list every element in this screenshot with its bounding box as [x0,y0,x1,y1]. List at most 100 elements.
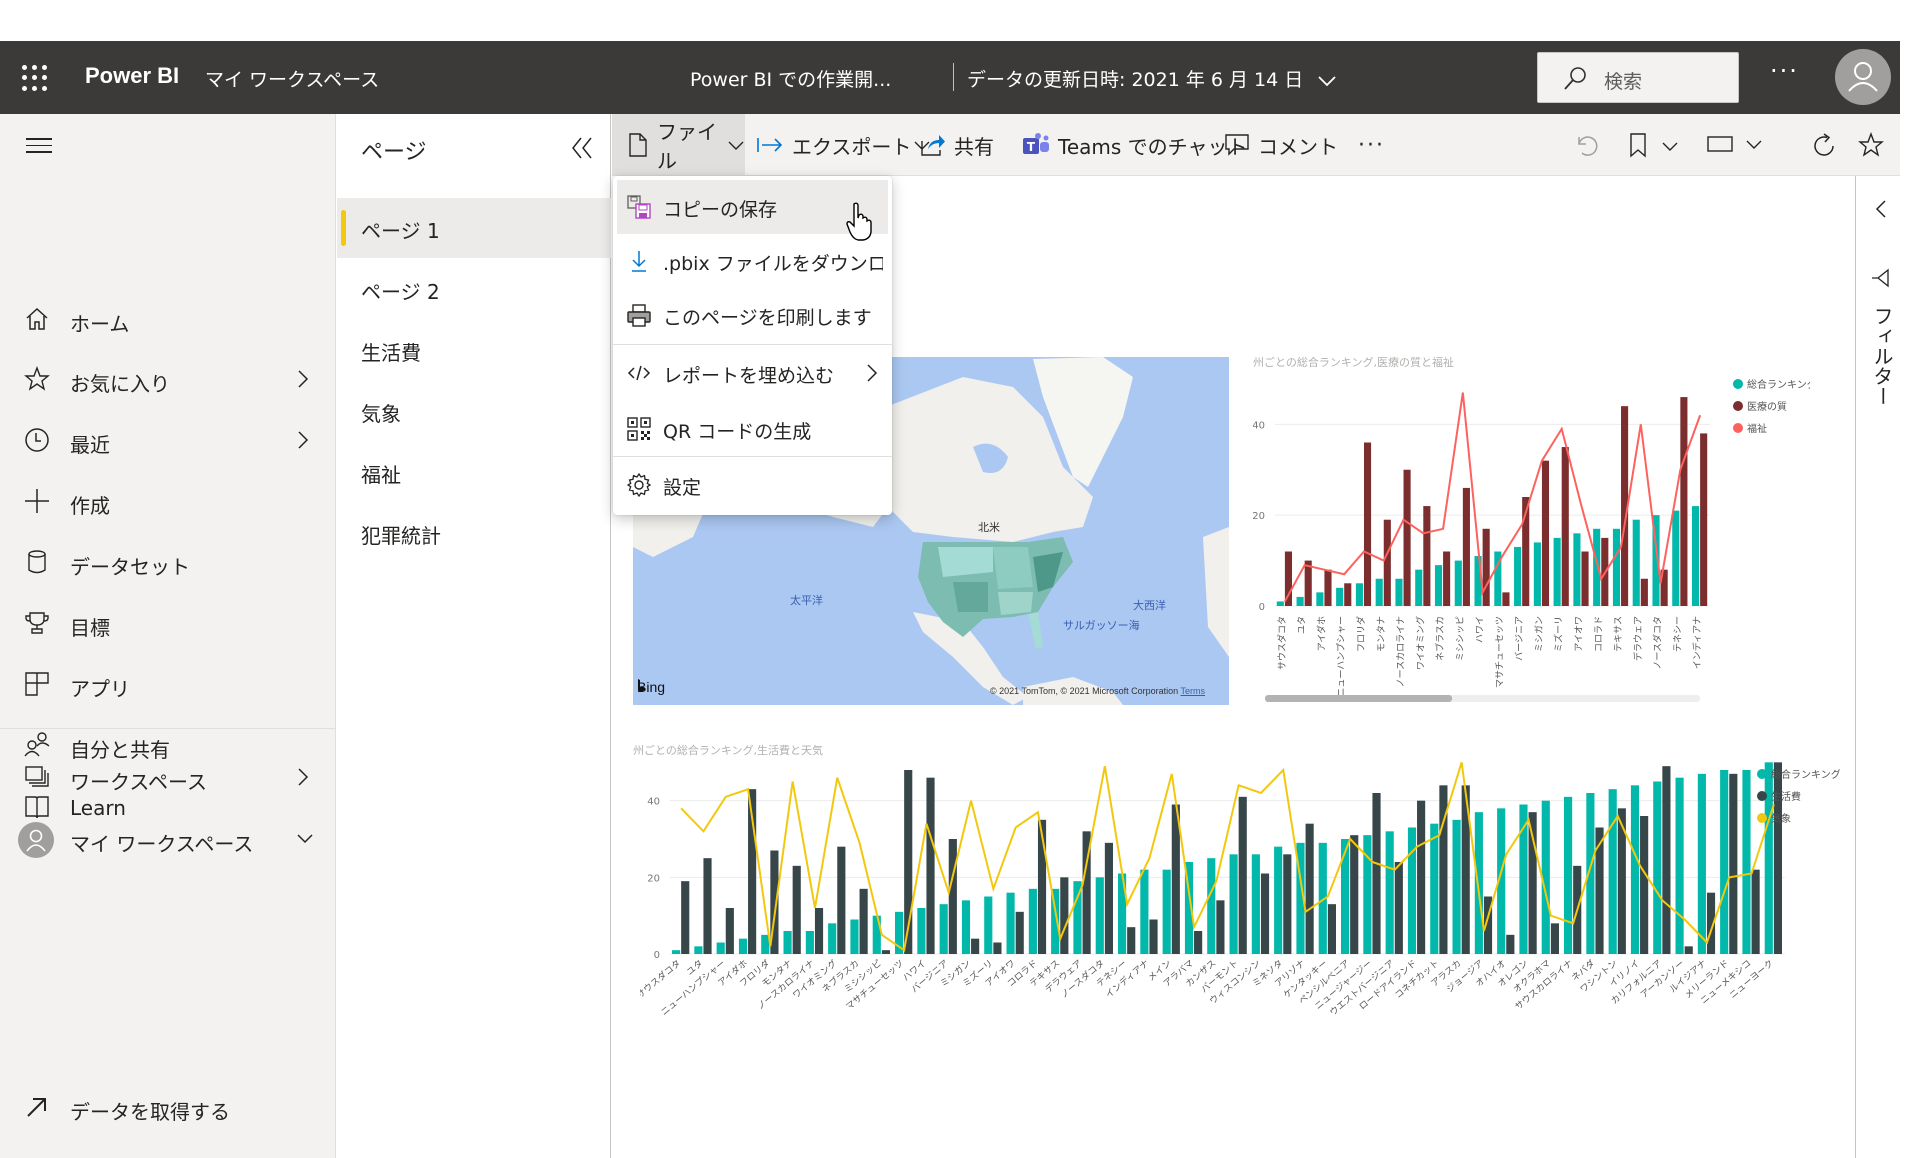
nav-item-get-data[interactable]: データを取得する [0,1080,336,1136]
collapse-pane-icon[interactable] [565,132,597,164]
bar-0 [1675,777,1684,954]
nav-item-apps[interactable]: アプリ [0,657,336,713]
search-input[interactable]: 検索 [1537,52,1739,103]
report-title[interactable]: Power BI での作業開... [690,65,891,92]
x-tick-label: ノースダコタ [1652,616,1664,670]
nav-item-datasets[interactable]: データセット [0,535,336,591]
chevron-down-icon [297,834,313,844]
toolbar-more-button[interactable]: ··· [1358,114,1385,176]
view-rectangle-icon [1707,136,1733,152]
bar-0 [738,938,748,954]
page-tab[interactable]: 気象 [337,381,611,441]
bar-0 [1742,770,1751,954]
x-tick-label: モンタナ [1376,616,1387,652]
bar-1 [1729,773,1738,954]
page-tab[interactable]: 福祉 [337,442,611,502]
nav-item-home[interactable]: ホーム [0,292,336,348]
bar-1 [1372,793,1381,954]
hand-cursor-icon [846,202,872,241]
report-toolbar: ファイル エクスポート 共有 T Teams でのチャット コメント ··· [612,114,1900,176]
map-label-north-america: 北米 [978,521,1000,534]
page-tab[interactable]: 犯罪統計 [337,503,611,563]
bar-0 [1474,812,1483,954]
bar-1 [1305,823,1314,954]
person-icon [26,829,46,852]
bar-1 [948,839,957,954]
page-tab[interactable]: ページ 1 [337,198,611,258]
terms-link[interactable]: Terms [1181,686,1206,696]
undo-icon[interactable] [1574,133,1600,159]
bar-1 [1684,946,1693,954]
more-options-button[interactable]: ··· [1770,57,1799,85]
workspace-breadcrumb[interactable]: マイ ワークスペース [205,65,379,92]
bookmark-dropdown[interactable] [1628,132,1679,162]
bar-0 [872,915,881,954]
page-tab-label: 気象 [361,402,401,426]
apps-icon [25,672,49,696]
comment-icon [1225,134,1249,156]
x-tick-label: アイダホ [1315,616,1327,651]
nav-item-label: データセット [70,555,190,579]
filters-label[interactable]: フィルター [1868,306,1897,406]
bar-0 [1207,858,1216,954]
bar-1 [1327,904,1336,954]
menu-item-embed-report[interactable]: レポートを埋め込む [613,346,892,400]
user-avatar[interactable] [1835,49,1891,105]
x-tick-label: ミシガン [1534,616,1545,652]
x-tick-label: ネブラスカ [1434,616,1446,661]
bar-0 [850,919,859,954]
chevron-left-icon[interactable] [1873,198,1889,220]
menu-item-print[interactable]: このページを印刷します [613,288,892,342]
download-icon [632,251,646,272]
refresh-icon[interactable] [1810,132,1838,160]
nav-item-my-workspace[interactable]: マイ ワークスペース [0,812,336,868]
person-icon [1848,62,1878,92]
bar-0 [1720,770,1729,954]
scrollbar-thumb[interactable] [1265,695,1453,702]
bar-1 [1127,927,1136,954]
y-tick-label: 20 [1252,511,1265,522]
app-name[interactable]: Power BI [85,63,179,89]
copyright-text: © 2021 TomTom, © 2021 Microsoft Corporat… [990,686,1179,696]
plus-icon [25,489,49,513]
data-refresh-dropdown[interactable]: データの更新日時: 2021 年 6 月 14 日 [967,65,1337,92]
bar-0 [672,950,681,954]
nav-item-workspaces[interactable]: ワークスペース [0,750,336,806]
share-button[interactable]: 共有 [920,114,994,176]
legend-label: 総合ランキング [1747,378,1810,391]
bar-0 [917,908,926,954]
bar-1 [1595,827,1604,954]
bar-0 [1454,560,1462,606]
menu-item-download-pbix[interactable]: .pbix ファイルをダウンロード... [613,234,892,288]
bar-0 [716,942,725,954]
page-tab[interactable]: ページ 2 [337,259,611,319]
page-tab[interactable]: 生活費 [337,320,611,380]
comment-button[interactable]: コメント [1224,114,1338,176]
export-menu-button[interactable]: エクスポート [756,114,931,176]
bar-1 [1383,519,1391,606]
legend-marker [1757,769,1767,779]
gear-icon [627,473,651,497]
bar-0 [1385,831,1394,954]
hamburger-menu-icon[interactable] [26,138,52,156]
chart2-cost-weather[interactable]: 02040サウスダコタ ユタニューハンプシャーアイダホフロリダモンタナノースカロラ… [640,758,1840,1018]
favorite-star-icon[interactable] [1858,132,1884,158]
nav-item-recent[interactable]: 最近 [0,413,336,469]
nav-item-favorites[interactable]: お気に入り [0,352,336,408]
file-menu-button[interactable]: ファイル [612,114,745,176]
bar-0 [961,900,971,954]
view-dropdown[interactable] [1706,134,1763,158]
chevron-right-icon [298,768,309,786]
bar-1 [837,846,846,954]
x-tick-label: ユタ [1297,616,1308,634]
bar-1 [1640,816,1649,954]
menu-item-qr-code[interactable]: QR コードの生成 [613,402,892,456]
app-launcher-icon[interactable] [22,65,48,91]
teams-chat-button[interactable]: T Teams でのチャット [1022,114,1247,176]
nav-item-goals[interactable]: 目標 [0,596,336,652]
bar-0 [1251,854,1260,954]
chart1-medical-welfare[interactable]: 0 20 40 サウスダコタ ユタ アイダホ ニューハンプシャー フロリダ モンタナ ノースカロラ… [1240,370,1810,710]
bar-0 [1672,510,1680,606]
menu-item-settings[interactable]: 設定 [613,458,892,512]
nav-item-create[interactable]: 作成 [0,474,336,530]
